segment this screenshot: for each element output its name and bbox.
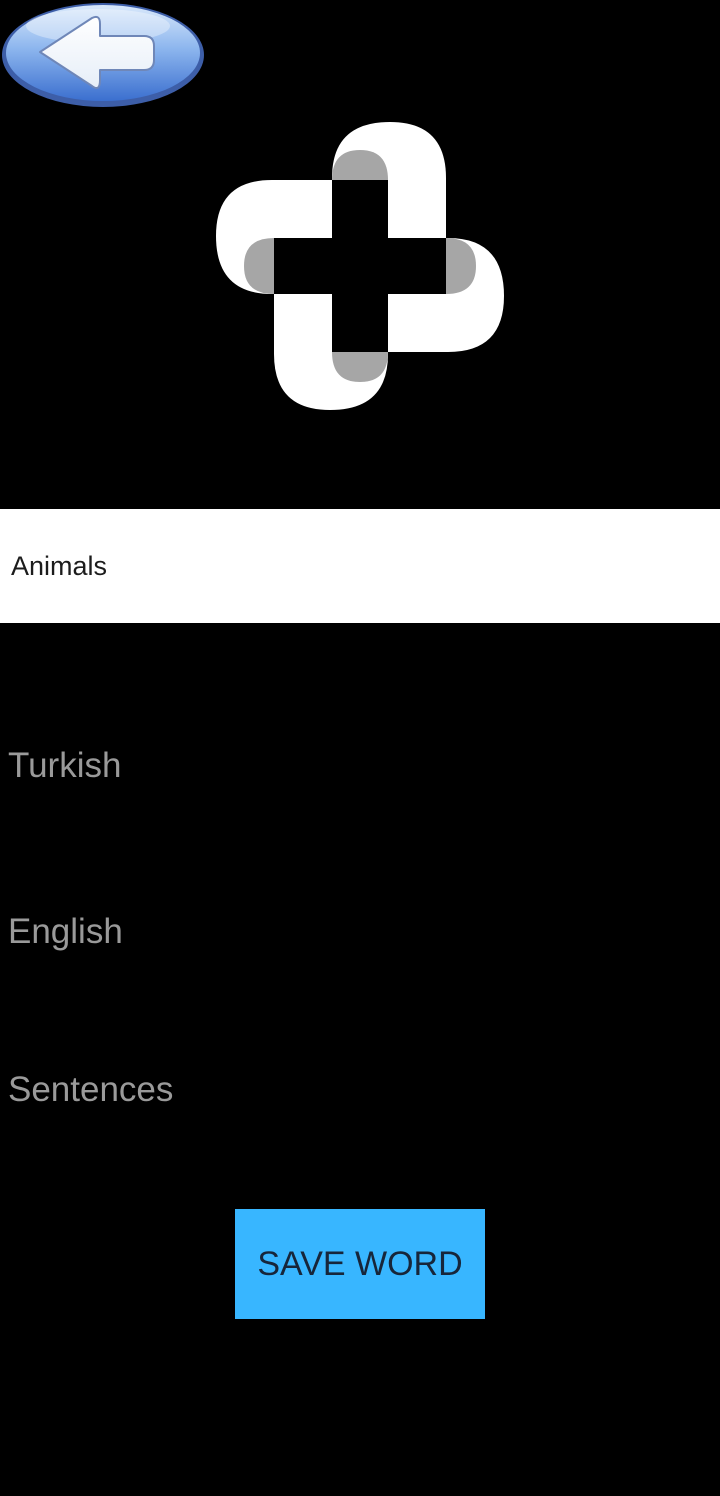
arrow-left-icon xyxy=(2,3,204,107)
sentences-input[interactable] xyxy=(0,1050,720,1130)
back-button[interactable] xyxy=(0,0,206,110)
turkish-input[interactable] xyxy=(0,726,720,806)
add-plus-icon xyxy=(216,122,504,410)
category-selector[interactable]: Animals xyxy=(0,509,720,623)
add-image-button[interactable] xyxy=(214,120,506,412)
category-value: Animals xyxy=(11,550,108,581)
english-input[interactable] xyxy=(0,892,720,972)
save-word-button[interactable]: SAVE WORD xyxy=(235,1209,485,1319)
